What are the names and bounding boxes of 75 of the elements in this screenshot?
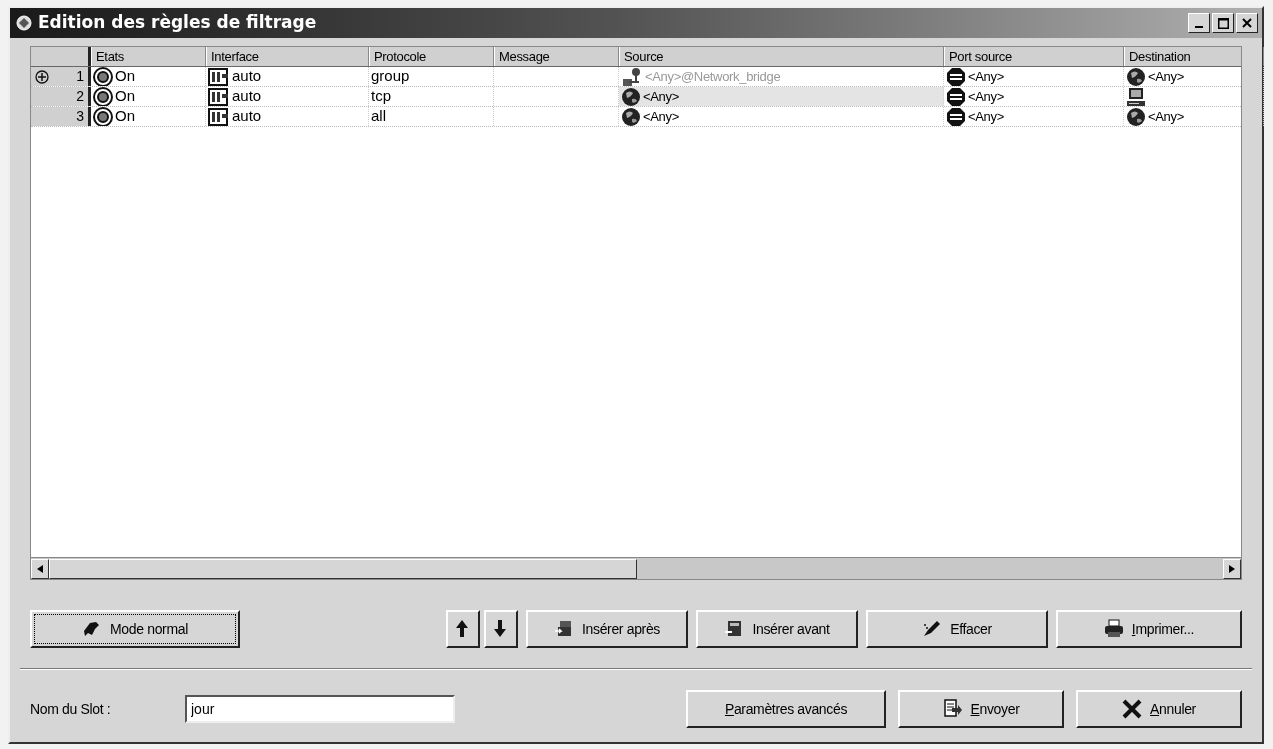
move-down-button[interactable] <box>484 610 518 648</box>
cell-text: auto <box>232 67 262 86</box>
globe-icon <box>621 87 641 106</box>
expand-icon <box>35 69 49 84</box>
computer-icon <box>1126 87 1146 106</box>
cell-text: group <box>371 67 410 86</box>
column-header[interactable]: Destination <box>1124 47 1264 66</box>
cell-text: <Any> <box>968 107 1004 126</box>
slot-name-field[interactable]: jour <box>185 695 455 723</box>
send-button[interactable]: Envoyer <box>898 690 1064 728</box>
column-header[interactable]: Protocole <box>369 47 494 66</box>
cell-text: On <box>115 67 135 86</box>
maximize-icon <box>1217 17 1229 29</box>
print-button[interactable]: Imprimer... <box>1056 610 1242 648</box>
network-card-icon <box>208 107 230 126</box>
cell-text: <Any>@Network_bridge <box>645 67 781 86</box>
cell-text: <Any> <box>1148 107 1184 126</box>
right-arrow-icon <box>1229 564 1235 573</box>
globe-icon <box>1126 67 1146 86</box>
cell-text: <Any> <box>643 87 679 106</box>
network-icon <box>621 67 643 86</box>
cell-text: auto <box>232 107 262 126</box>
network-card-icon <box>208 87 230 106</box>
cell-text: all <box>371 107 386 126</box>
cell-text: <Any> <box>968 67 1004 86</box>
send-document-icon <box>942 699 963 719</box>
column-header[interactable]: Interface <box>206 47 369 66</box>
radio-target-icon <box>93 67 113 86</box>
cell-text: <Any> <box>968 87 1004 106</box>
column-header[interactable]: Etats <box>91 47 206 66</box>
advanced-settings-button[interactable]: Paramètres avancés <box>686 690 886 728</box>
cell-text: On <box>115 107 135 126</box>
close-button[interactable] <box>1236 13 1258 33</box>
network-card-icon <box>208 67 230 86</box>
globe-icon <box>1126 107 1146 126</box>
cell-text: <Any> <box>1148 67 1184 86</box>
row-header[interactable]: 1 <box>31 67 91 86</box>
horizontal-scrollbar[interactable] <box>31 557 1241 579</box>
cancel-button[interactable]: Annuler <box>1076 690 1242 728</box>
row-header[interactable]: 2 <box>31 87 91 106</box>
row-number: 2 <box>76 87 84 106</box>
port-icon <box>946 67 966 86</box>
cell-text: auto <box>232 87 262 106</box>
radio-target-icon <box>93 107 113 126</box>
scroll-thumb[interactable] <box>49 558 637 579</box>
row-number: 3 <box>76 107 84 126</box>
scroll-right-button[interactable] <box>1223 558 1241 579</box>
window-title: Edition des règles de filtrage <box>38 11 317 35</box>
insert-after-button[interactable]: Insérer après <box>526 610 688 648</box>
port-icon <box>946 107 966 126</box>
cancel-icon <box>1122 699 1143 719</box>
erase-button[interactable]: Effacer <box>866 610 1048 648</box>
printer-icon <box>1103 619 1124 639</box>
port-icon <box>946 87 966 106</box>
globe-icon <box>621 107 641 126</box>
app-icon <box>14 14 34 32</box>
maximize-button[interactable] <box>1212 13 1234 33</box>
minimize-icon <box>1195 26 1203 28</box>
cell-text: On <box>115 87 135 106</box>
column-header[interactable]: Port source <box>944 47 1124 66</box>
column-header[interactable]: Source <box>619 47 944 66</box>
cell-text: <Any> <box>643 107 679 126</box>
left-arrow-icon <box>37 564 43 573</box>
minimize-button[interactable] <box>1188 13 1210 33</box>
insert-before-button[interactable]: Insérer avant <box>696 610 858 648</box>
row-number: 1 <box>76 67 84 86</box>
move-up-button[interactable] <box>446 610 480 648</box>
column-header[interactable]: Message <box>494 47 619 66</box>
close-icon <box>1242 18 1252 28</box>
radio-target-icon <box>93 87 113 106</box>
scroll-left-button[interactable] <box>31 558 49 579</box>
slot-name-label: Nom du Slot : <box>30 699 112 719</box>
row-header[interactable]: 3 <box>31 107 91 126</box>
mode-normal-button[interactable]: Mode normal <box>30 610 240 648</box>
cell-text: tcp <box>371 87 391 106</box>
